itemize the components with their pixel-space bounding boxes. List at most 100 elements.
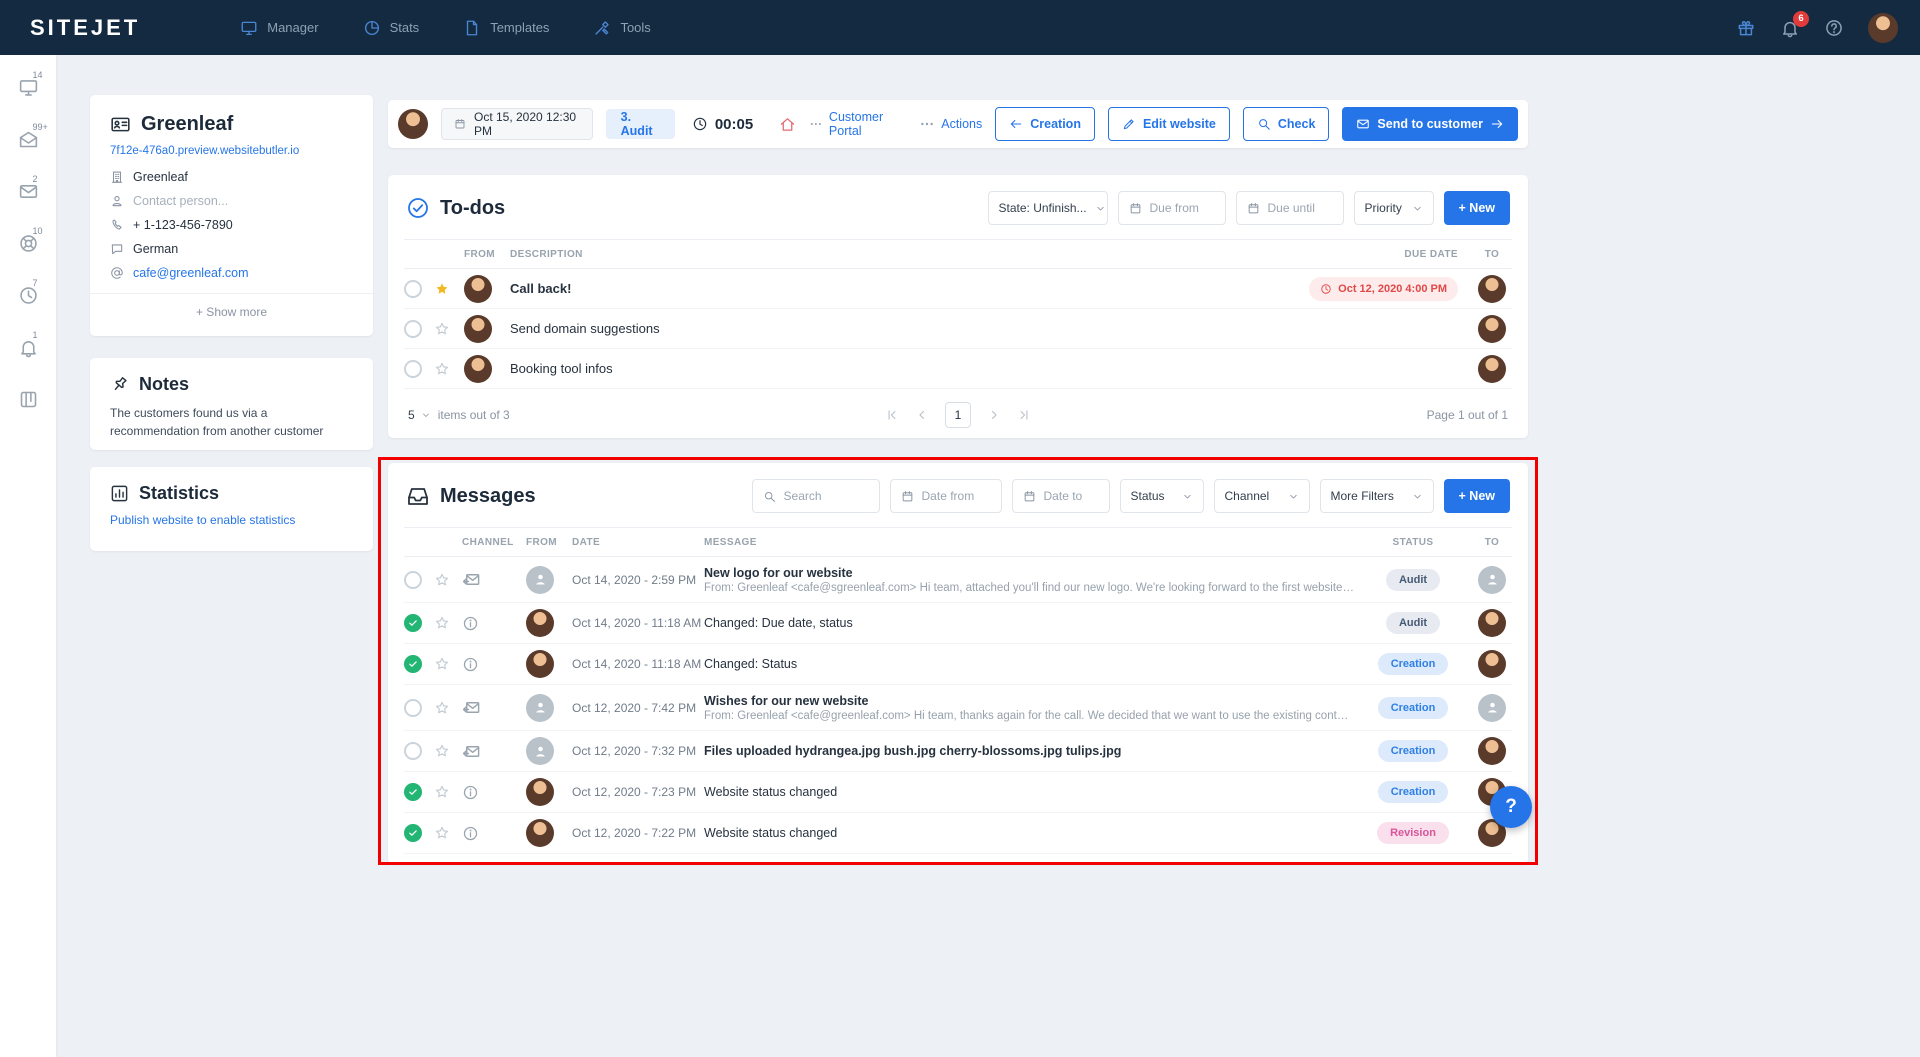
message-checkbox-checked[interactable] [404,614,422,632]
assignee-avatar[interactable] [398,109,428,139]
message-row[interactable]: Oct 14, 2020 - 11:18 AM Changed: Status … [404,644,1512,685]
phase-chip[interactable]: 3. Audit [606,109,675,139]
date-to-field[interactable]: Date to [1012,479,1110,513]
todo-checkbox[interactable] [404,320,422,338]
current-page-button[interactable]: 1 [945,402,971,428]
new-message-button[interactable]: + New [1444,479,1510,513]
last-page-icon[interactable] [1017,408,1031,422]
from-avatar [526,737,554,765]
message-title[interactable]: Website status changed [704,826,1354,840]
customer-contact-person[interactable]: Contact person... [110,194,353,208]
todo-row[interactable]: Send domain suggestions [404,309,1512,349]
todo-title[interactable]: Call back! [510,281,1309,296]
search-field[interactable] [752,479,880,513]
time-tracker[interactable]: 00:05 [692,116,753,133]
star-outline-icon[interactable] [434,743,450,759]
new-todo-button[interactable]: + New [1444,191,1510,225]
per-page-select[interactable]: 5 [408,408,431,422]
message-title[interactable]: Wishes for our new website [704,694,1354,708]
message-checkbox-checked[interactable] [404,655,422,673]
home-button[interactable] [779,116,796,133]
star-outline-icon[interactable] [434,572,450,588]
publish-statistics-link[interactable]: Publish website to enable statistics [110,513,353,527]
notifications-button[interactable]: 6 [1780,18,1800,38]
next-page-icon[interactable] [987,408,1001,422]
priority-filter-select[interactable]: Priority [1354,191,1434,225]
message-row[interactable]: Oct 14, 2020 - 11:18 AM Changed: Due dat… [404,603,1512,644]
user-avatar[interactable] [1868,13,1898,43]
previous-page-icon[interactable] [915,408,929,422]
date-from-field[interactable]: Date from [890,479,1002,513]
star-outline-icon[interactable] [434,700,450,716]
star-outline-icon[interactable] [434,656,450,672]
help-fab-button[interactable]: ? [1490,786,1532,828]
star-outline-icon[interactable] [434,784,450,800]
star-outline-icon[interactable] [434,615,450,631]
rail-support[interactable]: 10 [18,233,39,254]
status-filter-select[interactable]: Status [1120,479,1204,513]
customer-card: Greenleaf 7f12e-476a0.preview.websitebut… [90,95,373,336]
rail-inbox[interactable]: 99+ [18,129,39,150]
due-until-date-field[interactable]: Due until [1236,191,1344,225]
show-more-button[interactable]: + Show more [110,294,353,330]
message-checkbox[interactable] [404,742,422,760]
message-title[interactable]: New logo for our website [704,566,1354,580]
todo-title[interactable]: Booking tool infos [510,361,1458,376]
status-badge: Creation [1378,653,1449,675]
message-row[interactable]: Oct 12, 2020 - 7:22 PM Website status ch… [404,813,1512,854]
message-title[interactable]: Changed: Status [704,657,1354,671]
state-filter-select[interactable]: State: Unfinish... [988,191,1108,225]
due-from-placeholder: Due from [1150,201,1199,215]
send-to-customer-button[interactable]: Send to customer [1342,107,1518,141]
star-filled-icon[interactable] [434,281,450,297]
help-icon[interactable] [1824,18,1844,38]
message-checkbox[interactable] [404,699,422,717]
check-button[interactable]: Check [1243,107,1330,141]
search-input[interactable] [784,489,856,503]
message-row[interactable]: Oct 12, 2020 - 7:32 PM Files uploaded hy… [404,731,1512,772]
actions-menu[interactable]: Actions [919,116,982,132]
todo-row[interactable]: Booking tool infos [404,349,1512,389]
message-checkbox-checked[interactable] [404,783,422,801]
message-row[interactable]: Oct 14, 2020 - 2:59 PM New logo for our … [404,557,1512,603]
star-outline-icon[interactable] [434,825,450,841]
gift-icon[interactable] [1736,18,1756,38]
edit-website-button[interactable]: Edit website [1108,107,1230,141]
todo-title[interactable]: Send domain suggestions [510,321,1458,336]
first-page-icon[interactable] [885,408,899,422]
nav-templates[interactable]: Templates [463,19,549,37]
more-filters-select[interactable]: More Filters [1320,479,1434,513]
nav-templates-label: Templates [490,20,549,35]
nav-tools[interactable]: Tools [593,19,650,37]
message-row[interactable]: Oct 12, 2020 - 7:23 PM Website status ch… [404,772,1512,813]
nav-manager[interactable]: Manager [240,19,318,37]
due-from-date-field[interactable]: Due from [1118,191,1226,225]
message-checkbox-checked[interactable] [404,824,422,842]
customer-phone[interactable]: + 1-123-456-7890 [110,218,353,232]
star-outline-icon[interactable] [434,361,450,377]
rail-messages[interactable]: 2 [18,181,39,202]
brand-logo[interactable]: SITEJET [30,15,140,41]
customer-portal-menu[interactable]: Customer Portal [809,110,906,138]
message-title[interactable]: Changed: Due date, status [704,616,1354,630]
message-title[interactable]: Website status changed [704,785,1354,799]
todo-row[interactable]: Call back! Oct 12, 2020 4:00 PM [404,269,1512,309]
bell-icon [18,337,39,358]
customer-email[interactable]: cafe@greenleaf.com [110,266,353,280]
message-row[interactable]: Oct 12, 2020 - 7:42 PM Wishes for our ne… [404,685,1512,731]
nav-stats[interactable]: Stats [363,19,420,37]
todo-checkbox[interactable] [404,360,422,378]
creation-button[interactable]: Creation [995,107,1095,141]
rail-kanban[interactable] [18,389,39,410]
message-title[interactable]: Files uploaded hydrangea.jpg bush.jpg ch… [704,744,1354,758]
star-outline-icon[interactable] [434,321,450,337]
rail-notifications[interactable]: 1 [18,337,39,358]
channel-filter-select[interactable]: Channel [1214,479,1310,513]
phone-icon [110,218,124,232]
todo-checkbox[interactable] [404,280,422,298]
date-picker[interactable]: Oct 15, 2020 12:30 PM [441,108,593,140]
rail-websites[interactable]: 14 [18,77,39,98]
message-checkbox[interactable] [404,571,422,589]
preview-url-link[interactable]: 7f12e-476a0.preview.websitebutler.io [110,145,353,157]
rail-history[interactable]: 7 [18,285,39,306]
